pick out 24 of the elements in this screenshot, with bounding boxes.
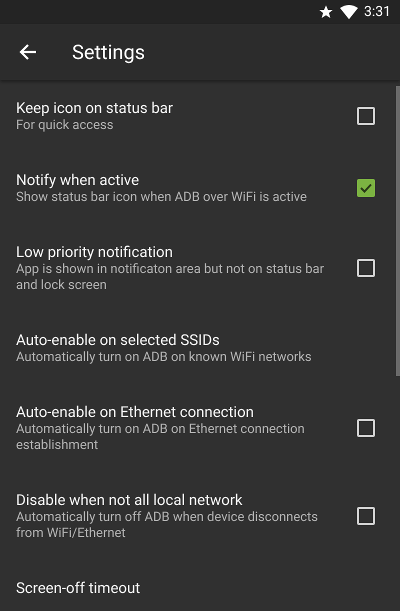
checkbox[interactable] xyxy=(357,507,375,525)
setting-title: Low priority notification xyxy=(16,242,174,262)
screen-title: Settings xyxy=(72,40,146,64)
setting-summary: For quick access xyxy=(16,118,114,134)
setting-title: Auto-enable on Ethernet connection xyxy=(16,402,255,422)
wifi-icon xyxy=(340,4,358,20)
checkbox[interactable] xyxy=(357,419,375,437)
checkbox[interactable] xyxy=(357,107,375,125)
setting-summary: Automatically turn on ADB on known WiFi networks xyxy=(16,350,313,366)
checkbox[interactable] xyxy=(357,179,375,197)
setting-summary: App is shown in notificaton area but not on status bar and lock screen xyxy=(16,262,325,294)
setting-summary: Automatically turn off ADB when device disconnects from WiFi/Ethernet xyxy=(16,510,320,542)
back-button[interactable] xyxy=(18,42,38,62)
scroll-bar[interactable] xyxy=(396,86,400,376)
setting-title: Keep icon on status bar xyxy=(16,98,174,118)
star-icon xyxy=(318,4,334,20)
setting-title: Auto-enable on selected SSIDs xyxy=(16,330,221,350)
setting-summary: Show status bar icon when ADB over WiFi is active xyxy=(16,190,308,206)
setting-title: Notify when active xyxy=(16,170,140,190)
setting-title: Disable when not all local network xyxy=(16,490,244,510)
setting-summary: Automatically turn on ADB on Ethernet connection establishment xyxy=(16,422,306,454)
clock-time: 3:31 xyxy=(364,4,391,20)
checkbox[interactable] xyxy=(357,259,375,277)
setting-title: Screen-off timeout xyxy=(16,578,142,598)
